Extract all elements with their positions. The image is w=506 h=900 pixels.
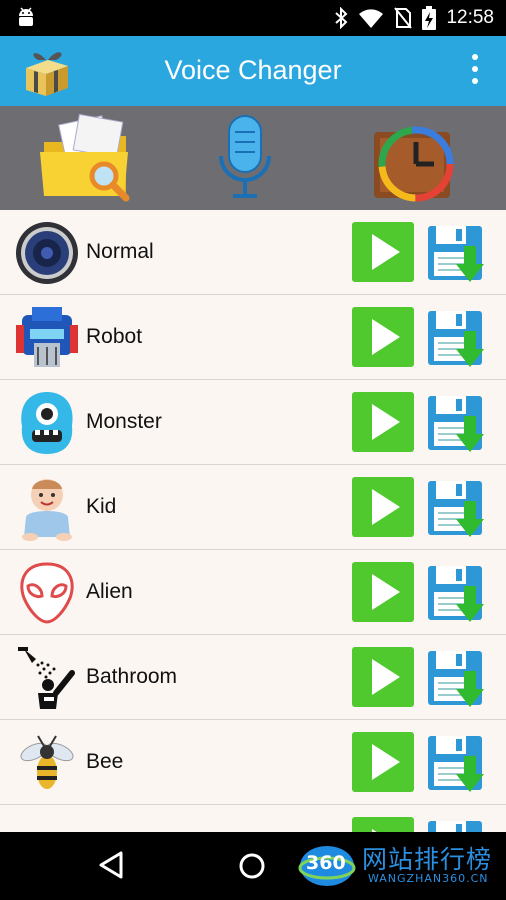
play-button[interactable]	[352, 647, 414, 707]
shower-icon	[18, 647, 75, 709]
wifi-icon	[359, 9, 384, 28]
save-download-icon[interactable]	[426, 222, 488, 284]
voice-label: Robot	[86, 325, 143, 348]
recent-clock-icon[interactable]	[360, 112, 460, 206]
voice-label: Normal	[86, 240, 154, 263]
watermark-subtext: WANGZHAN360.CN	[368, 872, 489, 885]
battery-charging-icon	[422, 6, 437, 30]
save-download-icon[interactable]	[426, 817, 488, 832]
watermark-badge-text: 360	[306, 852, 346, 874]
save-download-icon[interactable]	[426, 562, 488, 624]
play-button[interactable]	[352, 307, 414, 367]
voice-row[interactable]	[0, 805, 506, 832]
voice-row[interactable]: Alien	[0, 550, 506, 635]
voice-label: Monster	[86, 410, 162, 433]
toolbar	[0, 106, 506, 210]
baby-icon	[22, 479, 72, 541]
bee-icon	[20, 735, 74, 789]
voice-list: Normal Robot Monster Kid Alien Bathroom Bee	[0, 210, 506, 832]
voice-avatar-icon	[14, 815, 80, 832]
microphone-icon[interactable]	[195, 112, 295, 206]
play-button[interactable]	[352, 222, 414, 282]
play-button[interactable]	[352, 732, 414, 792]
play-icon	[372, 404, 400, 440]
play-button[interactable]	[352, 477, 414, 537]
voice-row[interactable]: Kid	[0, 465, 506, 550]
watermark-text: 网站排行榜	[362, 845, 493, 874]
play-icon	[372, 234, 400, 270]
voice-row[interactable]: Bee	[0, 720, 506, 805]
back-icon[interactable]	[98, 851, 124, 879]
play-icon	[372, 744, 400, 780]
bluetooth-icon	[335, 7, 348, 29]
monster-icon	[21, 392, 73, 454]
voice-row[interactable]: Monster	[0, 380, 506, 465]
home-icon[interactable]	[238, 852, 266, 880]
save-download-icon[interactable]	[426, 307, 488, 369]
save-download-icon[interactable]	[426, 647, 488, 709]
no-sim-icon	[394, 7, 413, 29]
voice-label: Bathroom	[86, 665, 178, 688]
app-bar: Voice Changer	[0, 36, 506, 106]
voice-row[interactable]: Robot	[0, 295, 506, 380]
save-download-icon[interactable]	[426, 477, 488, 539]
folder-search-icon[interactable]	[36, 112, 136, 206]
voice-row[interactable]: Bathroom	[0, 635, 506, 720]
android-icon	[19, 7, 33, 26]
play-icon	[372, 489, 400, 525]
alien-icon	[20, 562, 74, 624]
play-button[interactable]	[352, 562, 414, 622]
play-button[interactable]	[352, 817, 414, 832]
play-icon	[372, 829, 377, 832]
status-bar: 12:58	[0, 0, 506, 36]
voice-label: Kid	[86, 495, 117, 518]
robot-icon	[16, 307, 78, 367]
app-title: Voice Changer	[164, 55, 342, 85]
watermark: 360 网站排行榜 WANGZHAN360.CN	[298, 836, 504, 896]
play-icon	[372, 659, 400, 695]
play-button[interactable]	[352, 392, 414, 452]
overflow-menu-icon[interactable]	[470, 54, 480, 88]
save-download-icon[interactable]	[426, 392, 488, 454]
speaker-icon	[16, 222, 78, 284]
status-time: 12:58	[446, 7, 494, 28]
play-icon	[372, 574, 400, 610]
voice-label: Alien	[86, 580, 133, 603]
play-icon	[372, 319, 400, 355]
voice-row[interactable]: Normal	[0, 210, 506, 295]
voice-label: Bee	[86, 750, 124, 773]
save-download-icon[interactable]	[426, 732, 488, 794]
